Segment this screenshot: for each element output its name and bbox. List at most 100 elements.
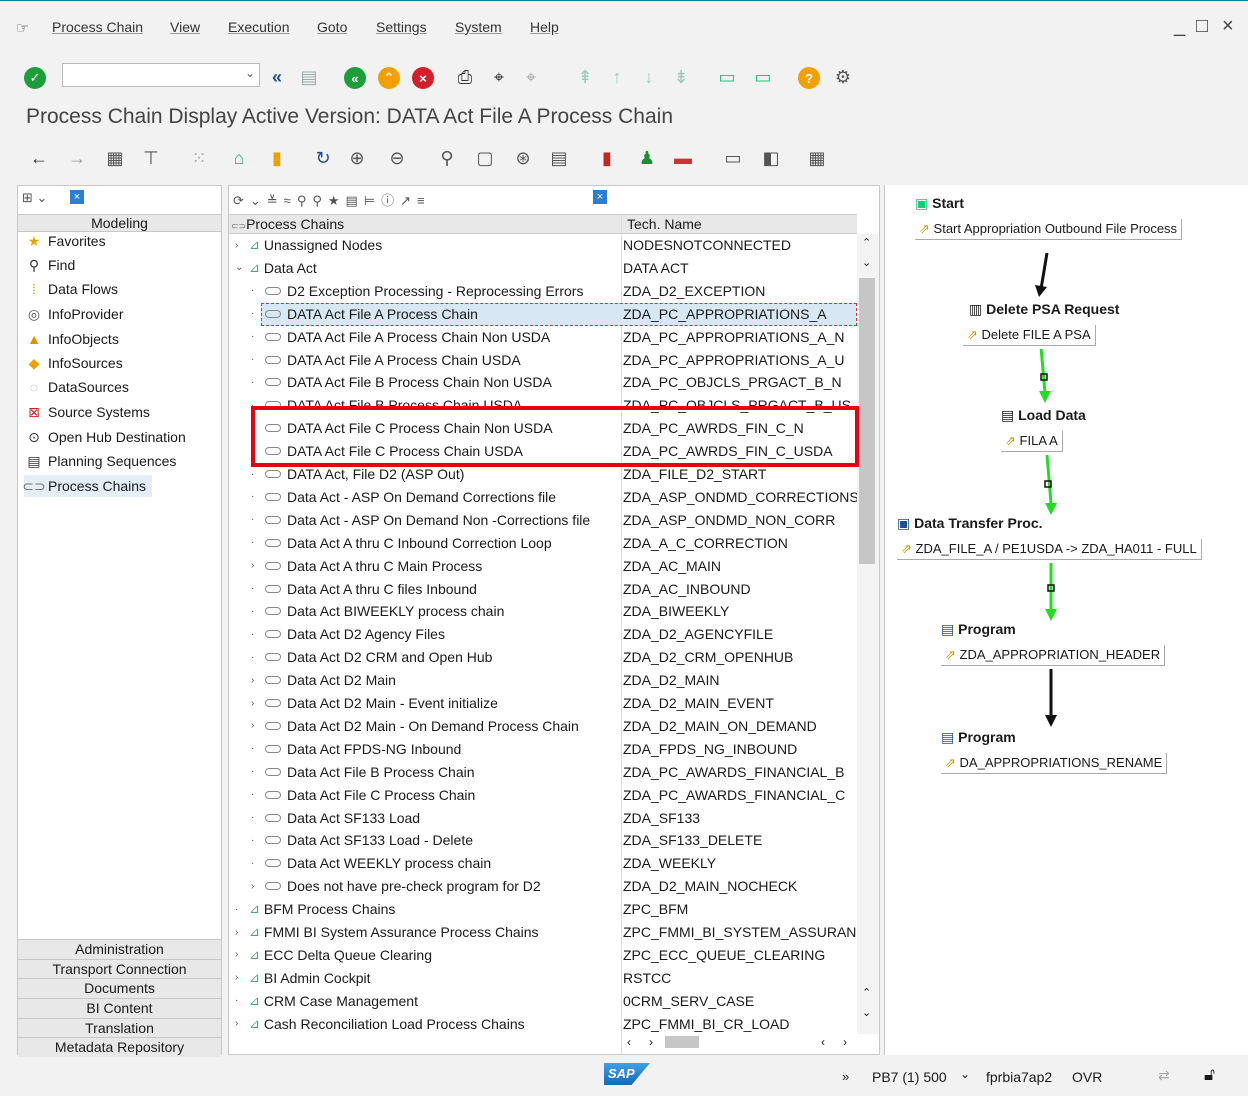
new-session-icon[interactable]: ▭ (716, 66, 738, 88)
chevron-down-icon[interactable]: ⌄ (245, 66, 255, 80)
tree-row[interactable]: · Data Act File C Process Chain ZDA_PC_AWA… (229, 784, 857, 807)
collapsed-icon[interactable]: › (235, 1018, 243, 1029)
leaf-icon[interactable]: · (235, 904, 243, 915)
nav-metadata-repository[interactable]: Metadata Repository (18, 1037, 221, 1057)
tree-row[interactable]: › ⊿ ECC Delta Queue Clearing ZPC_ECC_QUEUE_… (229, 944, 857, 967)
tree-row[interactable]: · DATA Act File A Process Chain ZDA_PC_APP… (251, 302, 857, 326)
menu-process-chain[interactable]: Process Chain (52, 19, 143, 35)
tree-row[interactable]: · DATA Act File A Process Chain Non USDA Z… (229, 326, 857, 349)
shortcut-icon[interactable]: ▭ (752, 66, 774, 88)
leaf-icon[interactable]: · (251, 331, 259, 342)
document-icon[interactable]: ▢ (474, 147, 496, 169)
leaf-icon[interactable]: · (251, 377, 259, 388)
enter-icon[interactable]: ✓ (24, 67, 46, 89)
expanded-icon[interactable]: ⌄ (235, 262, 243, 273)
nav-item-datasources[interactable]: ◌ DataSources (24, 376, 129, 398)
close-icon[interactable]: × (593, 190, 607, 204)
nav-item-find[interactable]: ⚲ Find (24, 254, 75, 276)
command-field[interactable]: ⌄ (62, 63, 260, 87)
collapsed-icon[interactable]: › (235, 927, 243, 938)
check-icon[interactable]: ⊛ (512, 147, 534, 169)
last-page-icon[interactable]: ⇟ (670, 66, 692, 88)
leaf-icon[interactable]: · (251, 743, 259, 754)
node-load-data[interactable]: ▤ Load Data ⇗ FILA A (1001, 407, 1101, 455)
nav-item-process-chains[interactable]: ⊂⊃ Process Chains (22, 475, 153, 497)
leaf-icon[interactable]: · (251, 308, 259, 319)
nav-item-favorites[interactable]: ★ Favorites (24, 230, 106, 252)
scroll-right-icon[interactable]: › (843, 1035, 847, 1049)
node-program-header[interactable]: ▤ Program ⇗ ZDA_APPROPRIATION_HEADER (941, 621, 1166, 669)
close-icon[interactable]: × (70, 190, 84, 204)
tree-row[interactable]: · Data Act WEEKLY process chain ZDA_WEEKLY (229, 852, 857, 875)
folder-icon[interactable]: ▮ (266, 147, 288, 169)
nav-administration[interactable]: Administration (18, 939, 221, 959)
tree-row[interactable]: · D2 Exception Processing - Reprocessing … (229, 280, 857, 303)
alert-icon[interactable]: ▮ (596, 147, 618, 169)
tree-row[interactable]: · Data Act FPDS-NG Inbound ZDA_FPDS_NG_INB… (229, 738, 857, 761)
leaf-icon[interactable]: · (251, 491, 259, 502)
menu-view[interactable]: View (170, 19, 200, 35)
tree-row[interactable]: · Data Act - ASP On Demand Corrections fi… (229, 486, 859, 509)
menu-help[interactable]: Help (530, 19, 559, 35)
leaf-icon[interactable]: · (251, 835, 259, 846)
collapsed-icon[interactable]: › (235, 949, 243, 960)
nav-translation[interactable]: Translation (18, 1018, 221, 1038)
minimize-button[interactable]: _ (1174, 15, 1185, 38)
print-icon[interactable]: ⎙ (454, 66, 476, 88)
leaf-icon[interactable]: · (251, 858, 259, 869)
collapsed-icon[interactable]: › (251, 881, 259, 892)
zoom-out-icon[interactable]: ⊖ (386, 147, 408, 169)
leaf-icon[interactable]: · (251, 629, 259, 640)
menu-execution[interactable]: Execution (228, 19, 289, 35)
hierarchy-icon[interactable]: ⊤ (140, 147, 162, 169)
nav-item-data-flows[interactable]: ⁞ Data Flows (24, 278, 118, 300)
truck-icon[interactable]: ▬ (672, 147, 694, 169)
first-page-icon[interactable]: ⇞ (574, 66, 596, 88)
table-icon[interactable]: ▦ (806, 147, 828, 169)
user-icon[interactable]: ♟ (636, 147, 658, 169)
save-icon[interactable]: ▤ (298, 66, 320, 88)
panel-menu-icon[interactable]: ⊞ ⌄ (22, 190, 47, 206)
tree-row[interactable]: · Data Act D2 CRM and Open Hub ZDA_D2_CRM_… (229, 646, 857, 669)
insert-mode[interactable]: OVR (1072, 1069, 1102, 1085)
grid-icon[interactable]: ⁙ (188, 147, 210, 169)
menu-system[interactable]: System (455, 19, 502, 35)
nav-documents[interactable]: Documents (18, 978, 221, 998)
back-icon[interactable]: « (344, 67, 366, 89)
tree-row[interactable]: › ⊿ BI Admin Cockpit RSTCC (229, 967, 857, 990)
tree-row[interactable]: · DATA Act File A Process Chain USDA ZDA_P… (229, 349, 857, 372)
tree-row[interactable]: › Data Act D2 Main ZDA_D2_MAIN (229, 669, 857, 692)
tree-row[interactable]: › ⊿ FMMI BI System Assurance Process Chain… (229, 921, 867, 944)
cancel-icon[interactable]: × (412, 67, 434, 89)
scroll-down-icon[interactable]: ⌄ (862, 1006, 871, 1019)
leaf-icon[interactable]: · (251, 469, 259, 480)
tree-row[interactable]: · Data Act - ASP On Demand Non -Correctio… (229, 509, 857, 532)
leaf-icon[interactable]: · (251, 285, 259, 296)
info-icon[interactable]: ◧ (760, 147, 782, 169)
menu-settings[interactable]: Settings (376, 19, 427, 35)
leaf-icon[interactable]: · (251, 652, 259, 663)
scroll-down-icon[interactable]: ⌄ (862, 256, 871, 269)
node-data-transfer[interactable]: ▣ Data Transfer Proc. ⇗ ZDA_FILE_A / PE1… (897, 515, 1209, 563)
collapsed-icon[interactable]: › (235, 240, 243, 251)
node-program-rename[interactable]: ▤ Program ⇗ DA_APPROPRIATIONS_RENAME (941, 729, 1168, 777)
leaf-icon[interactable]: · (251, 537, 259, 548)
tree-row[interactable]: · Data Act File B Process Chain ZDA_PC_AWA… (229, 761, 857, 784)
column-tech-name[interactable]: Tech. Name (627, 216, 702, 232)
tree-row[interactable]: › Does not have pre-check program for D2 Z… (229, 875, 857, 898)
tree-row[interactable]: › ⊿ Unassigned Nodes NODESNOTCONNECTED (229, 234, 857, 257)
horizontal-scrollbar[interactable]: ‹ › ‹ › (625, 1034, 857, 1052)
zoom-in-icon[interactable]: ⊕ (346, 147, 368, 169)
system-info[interactable]: PB7 (1) 500 (872, 1069, 947, 1085)
collapsed-icon[interactable]: › (235, 972, 243, 983)
next-page-icon[interactable]: ↓ (638, 66, 660, 88)
tree-row[interactable]: › Data Act D2 Main - Event initialize ZDA_… (229, 692, 857, 715)
monitor-icon[interactable]: ▭ (722, 147, 744, 169)
display-change-icon[interactable]: ▦ (104, 147, 126, 169)
tree-toolbar[interactable]: ⟳⌄≚≈⚲⚲★▤⊨ⓘ↗≡ (233, 190, 431, 209)
nav-item-infoobjects[interactable]: ▲ InfoObjects (24, 328, 119, 350)
tree-row[interactable]: › Data Act A thru C Main Process ZDA_AC_MA… (229, 555, 857, 578)
collapsed-icon[interactable]: › (251, 720, 259, 731)
tree-row[interactable]: · Data Act SF133 Load ZDA_SF133 (229, 807, 857, 830)
arrow-right-icon[interactable]: → (66, 147, 88, 169)
